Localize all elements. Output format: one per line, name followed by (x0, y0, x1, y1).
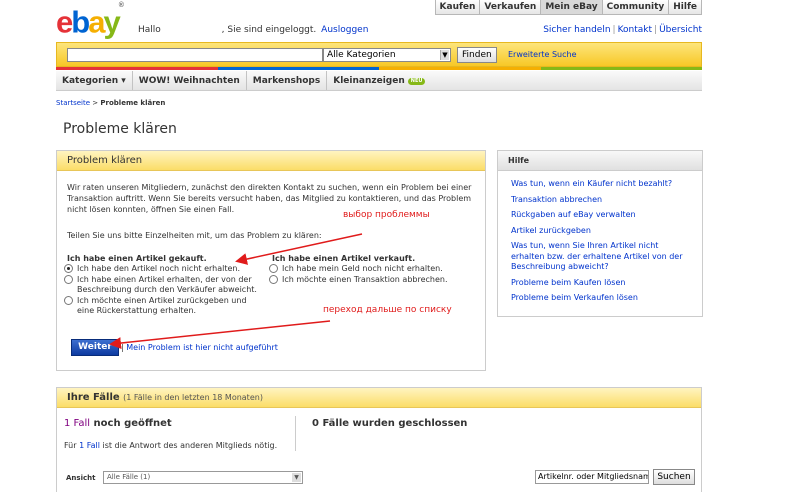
new-badge: NEU (407, 78, 426, 85)
greeting-prefix: Hallo (138, 25, 161, 35)
not-listed: | Mein Problem ist hier nicht aufgeführt (121, 343, 278, 352)
advanced-search-link[interactable]: Erweiterte Suche (508, 50, 577, 59)
stripe-green (540, 67, 702, 70)
search-bar: Alle Kategorien ▼ Finden Erweiterte Such… (56, 42, 702, 67)
view-select-value: Alle Fälle (1) (107, 473, 151, 481)
category-bar: Kategorien ▾ WOW! Weihnachten Markenshop… (56, 71, 702, 91)
problem-not-listed-link[interactable]: Mein Problem ist hier nicht aufgeführt (126, 343, 278, 352)
option-cancel-transaction[interactable]: Ich möchte einen Transaktion abbrechen. (269, 275, 479, 285)
option-label: Ich möchte einen Artikel zurückgeben und… (77, 296, 247, 315)
help-link-buying-problems[interactable]: Probleme beim Kaufen lösen (511, 278, 691, 289)
help-link-item-not-received[interactable]: Was tun, wenn Sie Ihren Artikel nicht er… (511, 241, 691, 273)
instruction-text: Teilen Sie uns bitte Einzelheiten mit, u… (67, 231, 322, 240)
help-link-buyer-not-paid[interactable]: Was tun, wenn ein Käufer nicht bezahlt? (511, 179, 691, 190)
option-label: Ich möchte einen Transaktion abbrechen. (282, 275, 448, 284)
category-select-value: Alle Kategorien (327, 50, 396, 60)
safe-trading-link[interactable]: Sicher handeln (543, 25, 610, 35)
separator: | (121, 343, 124, 352)
option-label: Ich habe mein Geld noch nicht erhalten. (282, 264, 443, 273)
tab-kaufen[interactable]: Kaufen (435, 0, 480, 14)
option-return[interactable]: Ich möchte einen Artikel zurückgeben und… (64, 296, 264, 316)
help-links: Was tun, wenn ein Käufer nicht bezahlt? … (511, 179, 691, 309)
problem-box: Problem klären Wir raten unseren Mitglie… (56, 150, 486, 371)
case-search-input[interactable]: Artikelnr. oder Mitgliedsname (535, 470, 649, 484)
chevron-down-icon: ▼ (440, 50, 449, 60)
help-link-selling-problems[interactable]: Probleme beim Verkaufen lösen (511, 293, 691, 304)
annotation-go-further: переход дальше по списку (323, 305, 452, 315)
divider (295, 416, 296, 451)
ebay-logo[interactable]: ebay® (56, 2, 124, 38)
category-select[interactable]: Alle Kategorien ▼ (323, 48, 451, 62)
contact-link[interactable]: Kontakt (618, 25, 652, 35)
cases-box-header: Ihre Fälle (1 Fälle in den letzten 18 Mo… (57, 388, 701, 408)
cases-title: Ihre Fälle (67, 392, 120, 403)
radio[interactable] (64, 296, 73, 305)
cat-markenshops[interactable]: Markenshops (247, 71, 328, 90)
open-note-link[interactable]: 1 Fall (79, 441, 100, 450)
radio[interactable] (269, 275, 278, 284)
color-stripe (56, 67, 702, 70)
categories-menu[interactable]: Kategorien ▾ (56, 71, 133, 90)
radio-checked[interactable] (64, 264, 73, 273)
note-prefix: Für (64, 441, 77, 450)
option-label: Ich habe einen Artikel erhalten, der von… (77, 275, 257, 294)
chevron-down-icon: ▼ (292, 473, 301, 482)
annotation-choose-problem: выбор проблеммы (343, 210, 430, 220)
help-link-manage-returns[interactable]: Rückgaben auf eBay verwalten (511, 210, 691, 221)
cat-wow-weihnachten[interactable]: WOW! Weihnachten (133, 71, 247, 90)
option-not-received[interactable]: Ich habe den Artikel noch nicht erhalten… (64, 264, 264, 274)
open-count-link[interactable]: 1 Fall (64, 418, 90, 429)
stripe-blue (217, 67, 379, 70)
case-search-button[interactable]: Suchen (653, 469, 695, 485)
help-link-cancel-transaction[interactable]: Transaktion abbrechen (511, 195, 691, 206)
open-label: noch geöffnet (93, 418, 172, 429)
breadcrumb-separator: > (92, 99, 99, 107)
breadcrumb: Startseite > Probleme klären (56, 99, 165, 107)
stripe-red (56, 67, 218, 70)
search-input[interactable] (67, 48, 323, 62)
overview-link[interactable]: Übersicht (659, 25, 702, 35)
cat-kleinanzeigen-label: Kleinanzeigen (333, 76, 405, 86)
top-nav: Kaufen Verkaufen Mein eBay Community Hil… (434, 0, 702, 15)
sold-options: Ich habe einen Artikel verkauft. Ich hab… (269, 254, 479, 286)
greeting-suffix: , Sie sind eingeloggt. (221, 25, 317, 35)
option-label: Ich habe den Artikel noch nicht erhalten… (77, 264, 241, 273)
open-cases: 1 Fall noch geöffnet (64, 418, 172, 429)
note-suffix: ist die Antwort des anderen Mitglieds nö… (102, 441, 278, 450)
search-button[interactable]: Finden (457, 47, 497, 63)
cases-box: Ihre Fälle (1 Fälle in den letzten 18 Mo… (56, 387, 702, 492)
page-title: Probleme klären (63, 121, 177, 137)
problem-box-title: Problem klären (57, 151, 485, 171)
tab-mein-ebay[interactable]: Mein eBay (540, 0, 602, 14)
utility-links: Sicher handeln | Kontakt | Übersicht (543, 25, 702, 35)
radio[interactable] (64, 275, 73, 284)
help-box: Hilfe Was tun, wenn ein Käufer nicht bez… (497, 150, 703, 317)
open-note: Für 1 Fall ist die Antwort des anderen M… (64, 441, 277, 450)
greeting: Hallo , Sie sind eingeloggt. Ausloggen (138, 25, 368, 35)
tab-community[interactable]: Community (601, 0, 669, 14)
tab-verkaufen[interactable]: Verkaufen (479, 0, 541, 14)
continue-button[interactable]: Weiter (71, 339, 119, 356)
sold-title: Ich habe einen Artikel verkauft. (272, 254, 416, 263)
option-not-as-described[interactable]: Ich habe einen Artikel erhalten, der von… (64, 275, 264, 295)
option-not-paid[interactable]: Ich habe mein Geld noch nicht erhalten. (269, 264, 479, 274)
stripe-yellow (379, 67, 541, 70)
view-select[interactable]: Alle Fälle (1) ▼ (103, 471, 303, 484)
logout-link[interactable]: Ausloggen (321, 25, 368, 35)
bought-options: Ich habe einen Artikel gekauft. Ich habe… (64, 254, 264, 317)
cat-kleinanzeigen[interactable]: Kleinanzeigen NEU (327, 71, 431, 90)
cases-subtitle: (1 Fälle in den letzten 18 Monaten) (123, 393, 263, 402)
help-box-title: Hilfe (498, 151, 702, 171)
radio[interactable] (269, 264, 278, 273)
breadcrumb-current: Probleme klären (100, 99, 166, 107)
bought-title: Ich habe einen Artikel gekauft. (67, 254, 207, 263)
help-link-return-item[interactable]: Artikel zurückgeben (511, 226, 691, 237)
tab-hilfe[interactable]: Hilfe (668, 0, 701, 14)
closed-cases: 0 Fälle wurden geschlossen (312, 418, 468, 429)
breadcrumb-home[interactable]: Startseite (56, 99, 90, 107)
view-label: Ansicht (66, 474, 96, 482)
